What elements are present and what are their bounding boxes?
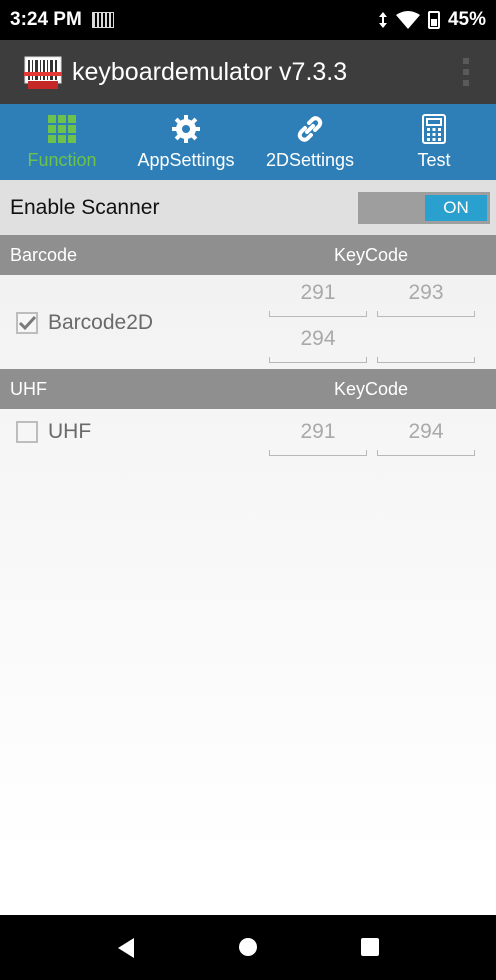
barcode2d-keycode-2[interactable]: 293 bbox=[377, 281, 475, 317]
wifi-icon bbox=[395, 11, 420, 29]
back-icon[interactable] bbox=[116, 937, 136, 959]
app-title: keyboardemulator v7.3.3 bbox=[72, 57, 348, 86]
battery-percent: 45% bbox=[447, 9, 486, 30]
barcode2d-checkbox[interactable] bbox=[16, 312, 38, 334]
recents-icon[interactable] bbox=[360, 937, 380, 957]
uhf-keycode-1[interactable]: 291 bbox=[269, 420, 367, 456]
status-bar: 3:24 PM 45% bbox=[0, 0, 496, 40]
battery-icon bbox=[427, 11, 440, 29]
status-icons: 45% bbox=[378, 9, 486, 31]
keycode-header-label: KeyCode bbox=[334, 378, 409, 399]
enable-scanner-toggle[interactable]: ON bbox=[358, 192, 490, 224]
uhf-section-header: UHF KeyCode bbox=[0, 369, 496, 409]
checkmark-icon bbox=[18, 315, 37, 331]
gear-icon bbox=[172, 114, 200, 143]
tab-function[interactable]: Function bbox=[0, 104, 124, 180]
tab-label: 2DSettings bbox=[265, 149, 355, 170]
uhf-keycode-2[interactable]: 294 bbox=[377, 420, 475, 456]
home-icon[interactable] bbox=[238, 937, 258, 957]
uhf-header-label: UHF bbox=[10, 378, 47, 399]
barcode2d-checkbox-row[interactable]: Barcode2D bbox=[16, 311, 153, 335]
uhf-checkbox[interactable] bbox=[16, 421, 38, 443]
enable-scanner-label: Enable Scanner bbox=[10, 195, 160, 219]
tab-label: AppSettings bbox=[137, 149, 235, 170]
calculator-icon bbox=[422, 113, 446, 144]
tab-label: Test bbox=[417, 149, 451, 170]
tab-test[interactable]: Test bbox=[372, 104, 496, 180]
barcode-notification-icon bbox=[91, 12, 114, 28]
keycode-header-label: KeyCode bbox=[334, 244, 409, 265]
tab-2dsettings[interactable]: 2DSettings bbox=[248, 104, 372, 180]
data-arrows-icon bbox=[378, 12, 387, 28]
toggle-on-label: ON bbox=[425, 195, 487, 221]
barcode2d-label: Barcode2D bbox=[48, 311, 154, 334]
barcode-scanner-logo-icon bbox=[24, 56, 62, 89]
status-time: 3:24 PM bbox=[10, 9, 82, 30]
tab-appsettings[interactable]: AppSettings bbox=[124, 104, 248, 180]
tab-label: Function bbox=[27, 149, 97, 170]
overflow-menu-icon[interactable] bbox=[446, 52, 486, 92]
tab-bar: Function AppSettings 2DSettings Test bbox=[0, 104, 496, 180]
navigation-bar bbox=[0, 915, 496, 980]
barcode2d-keycode-1[interactable]: 291 bbox=[269, 281, 367, 317]
barcode2d-keycode-3[interactable]: 294 bbox=[269, 327, 367, 363]
app-bar: keyboardemulator v7.3.3 bbox=[0, 40, 496, 104]
grid-icon bbox=[48, 114, 76, 143]
link-icon bbox=[297, 115, 323, 142]
uhf-checkbox-row[interactable]: UHF bbox=[16, 420, 91, 444]
enable-scanner-row: Enable Scanner ON bbox=[0, 180, 496, 235]
uhf-label: UHF bbox=[48, 420, 92, 443]
barcode2d-keycode-4[interactable] bbox=[377, 327, 475, 363]
barcode-header-label: Barcode bbox=[10, 244, 78, 265]
barcode-section-header: Barcode KeyCode bbox=[0, 235, 496, 275]
